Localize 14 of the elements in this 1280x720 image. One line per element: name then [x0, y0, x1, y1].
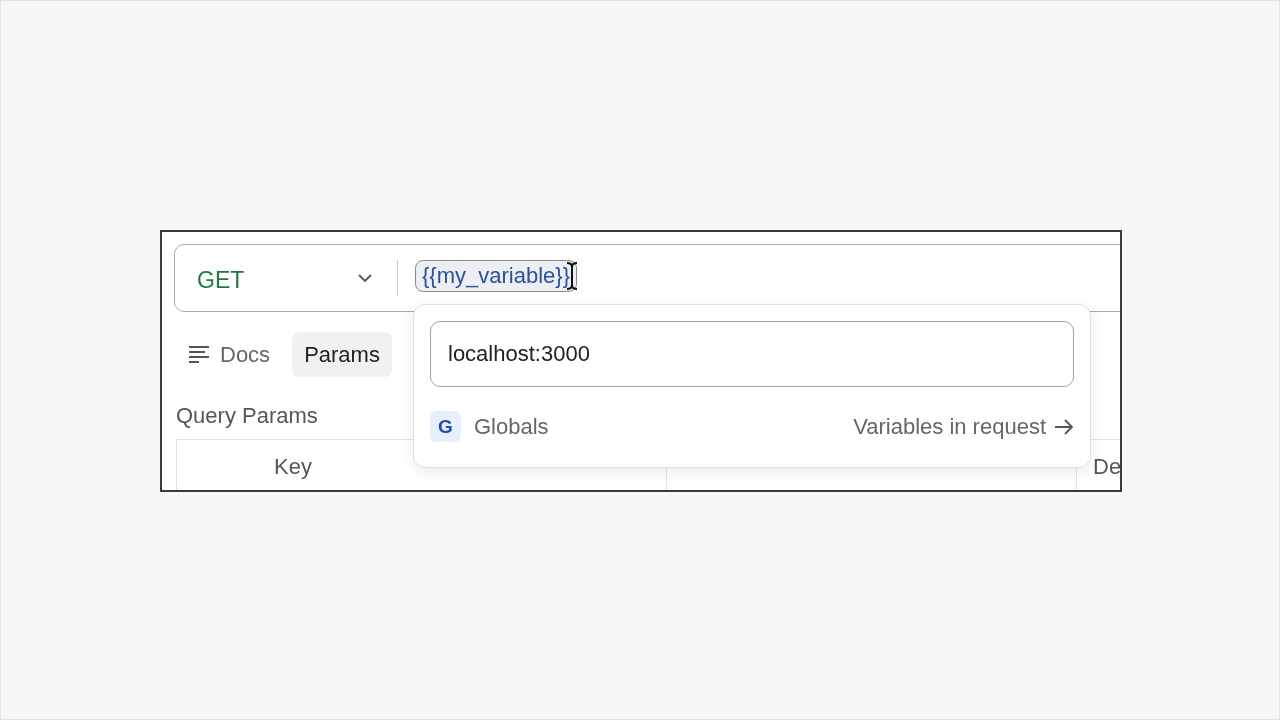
tab[interactable]: Docs — [176, 332, 283, 377]
variable-token[interactable]: {{my_variable}} — [415, 260, 577, 292]
scope-label: Globals — [474, 413, 550, 440]
scope-badge: G — [430, 411, 461, 442]
chevron-down-icon — [357, 273, 373, 283]
arrow-right-icon — [1054, 418, 1074, 435]
variables-link[interactable]: Variables in request — [853, 413, 1074, 440]
column-header: Key — [274, 454, 312, 480]
variable-value-field[interactable]: localhost:3000 — [430, 321, 1074, 387]
column-header: De — [1093, 454, 1120, 480]
tab[interactable]: Params — [292, 332, 392, 377]
method-dropdown[interactable]: GET — [175, 262, 397, 294]
section-title: Query Params — [176, 403, 318, 429]
docs-icon — [188, 344, 210, 365]
